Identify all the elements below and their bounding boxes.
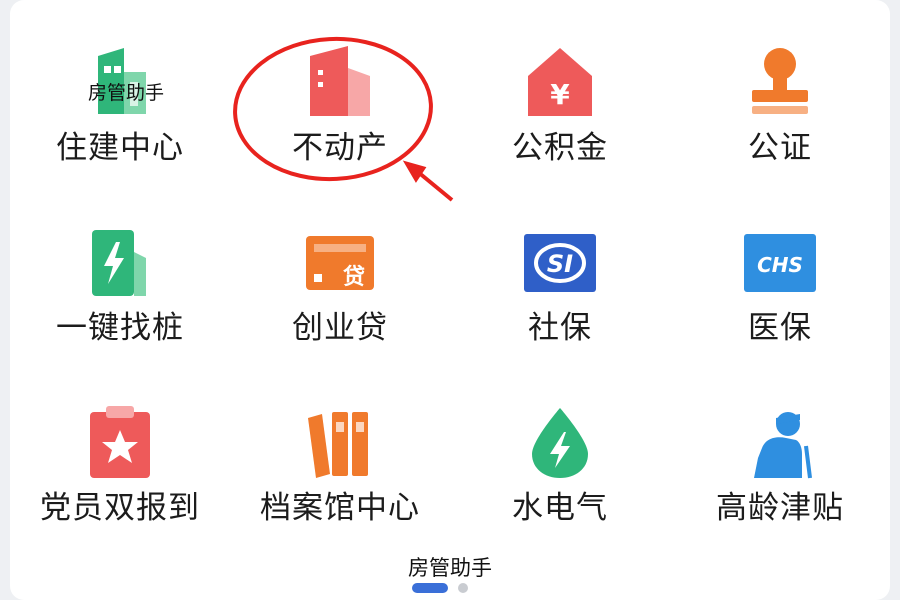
page-dot-active[interactable] [412, 583, 448, 593]
notary-seal-icon [740, 42, 820, 122]
service-item-label: 社保 [528, 310, 592, 346]
housing-fund-icon: ¥ [520, 42, 600, 122]
service-item-archives-center[interactable]: 档案馆中心 [230, 360, 450, 540]
archive-binders-icon [300, 402, 380, 482]
page-indicator [10, 583, 890, 595]
service-panel: 住建中心 不动产 ¥ 公积金 公证 一键找桩 贷 创业贷 SI 社保 CHS 医… [10, 0, 890, 600]
yen-glyph: ¥ [550, 78, 570, 111]
medical-insurance-icon: CHS [740, 222, 820, 302]
page-dot[interactable] [458, 583, 468, 593]
service-item-social-security[interactable]: SI 社保 [450, 180, 670, 360]
service-item-party-member-report[interactable]: 党员双报到 [10, 360, 230, 540]
service-item-label: 一键找桩 [56, 310, 184, 346]
service-item-charging-station[interactable]: 一键找桩 [10, 180, 230, 360]
social-security-icon: SI [520, 222, 600, 302]
watermark-bottom: 房管助手 [408, 556, 492, 580]
real-estate-icon [300, 42, 380, 122]
service-item-utilities[interactable]: 水电气 [450, 360, 670, 540]
service-item-elderly-allowance[interactable]: 高龄津贴 [670, 360, 890, 540]
service-item-label: 不动产 [292, 130, 388, 166]
loan-card-icon: 贷 [300, 222, 380, 302]
chs-glyph: CHS [757, 253, 803, 277]
service-item-label: 党员双报到 [40, 490, 200, 526]
service-item-label: 住建中心 [56, 130, 184, 166]
charging-station-icon [80, 222, 160, 302]
service-item-label: 医保 [748, 310, 812, 346]
service-item-label: 高龄津贴 [716, 490, 844, 526]
si-glyph: SI [547, 250, 573, 278]
service-item-label: 公证 [748, 130, 812, 166]
watermark-top: 房管助手 [88, 82, 165, 104]
service-item-label: 档案馆中心 [260, 490, 420, 526]
service-item-medical-insurance[interactable]: CHS 医保 [670, 180, 890, 360]
service-item-label: 公积金 [512, 130, 608, 166]
service-item-label: 水电气 [512, 490, 608, 526]
service-item-housing-fund[interactable]: ¥ 公积金 [450, 0, 670, 180]
loan-glyph: 贷 [343, 264, 365, 290]
service-item-label: 创业贷 [292, 310, 388, 346]
service-item-startup-loan[interactable]: 贷 创业贷 [230, 180, 450, 360]
service-item-notary[interactable]: 公证 [670, 0, 890, 180]
clipboard-star-icon [80, 402, 160, 482]
water-drop-bolt-icon [520, 402, 600, 482]
service-item-real-estate[interactable]: 不动产 [230, 0, 450, 180]
elderly-person-icon [740, 402, 820, 482]
